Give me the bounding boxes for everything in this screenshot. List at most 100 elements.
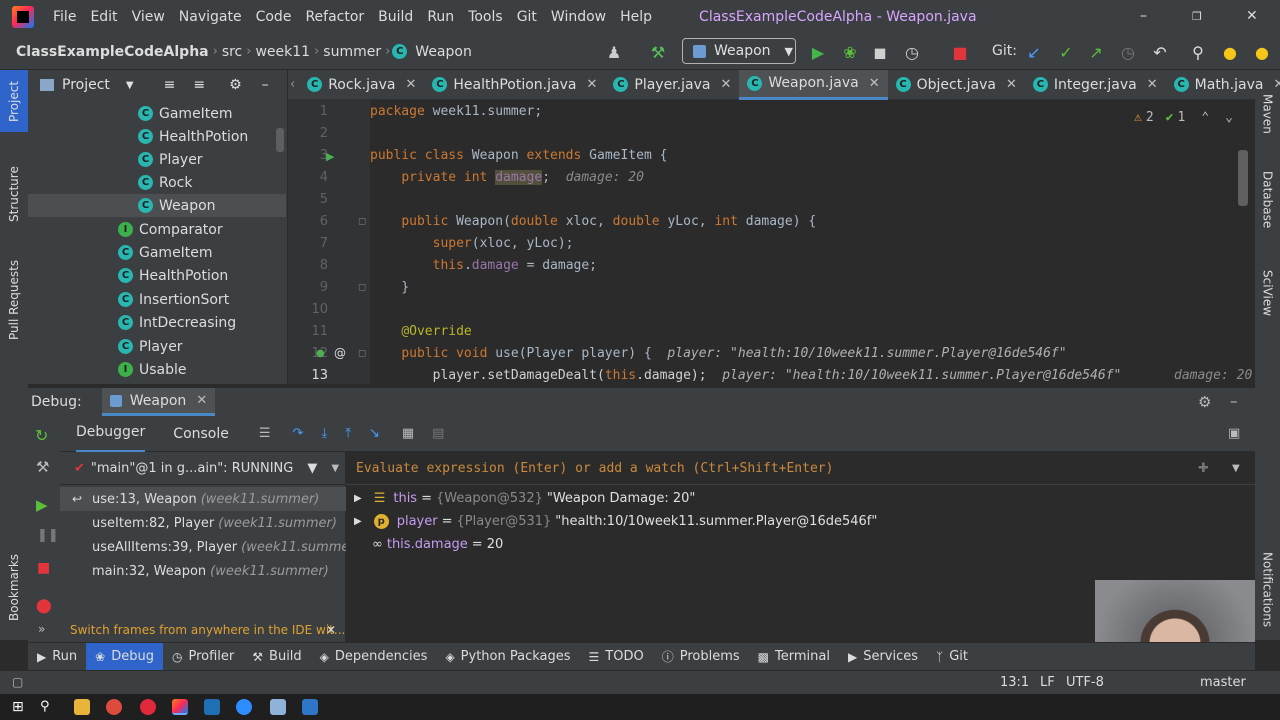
thread-selector[interactable]: ✔ "main"@1 in g...ain": RUNNING ▼ ▼ [60,452,346,485]
start-icon[interactable]: ⊞ [12,699,28,715]
tool-window-pull-requests[interactable]: Pull Requests [0,250,28,350]
close-icon[interactable]: ✕ [1273,77,1280,92]
tree-item-usable[interactable]: I Usable [118,358,187,381]
user-icon[interactable]: ♟ [604,42,624,62]
tabs-scroll-left-icon[interactable]: ‹ [288,77,299,92]
view-breakpoints-icon[interactable]: ⬤ [36,598,52,614]
next-highlight-icon[interactable]: ⌄ [1225,110,1233,125]
opera-icon[interactable] [140,699,156,715]
menu-tools[interactable]: Tools [461,9,510,25]
menu-refactor[interactable]: Refactor [298,9,371,25]
tool-window-project[interactable]: Project [0,70,28,132]
breadcrumb-project[interactable]: ClassExampleCodeAlpha [14,44,211,60]
expand-arrow-icon[interactable]: ▶ [354,516,362,527]
tree-item-gameitem[interactable]: C GameItem [138,102,233,125]
git-branch[interactable]: master [1200,675,1246,690]
history-icon[interactable]: ◷ [1118,42,1138,62]
tree-item-gameitem-2[interactable]: C GameItem [118,241,213,264]
toggle-tool-windows-icon[interactable]: ▢ [12,675,23,689]
frame-row[interactable]: useAllItems:39, Player (week11.summer) [60,535,360,559]
menu-help[interactable]: Help [613,9,659,25]
tree-item-player-2[interactable]: C Player [118,335,183,358]
search-icon[interactable]: ⚲ [1188,42,1208,62]
app-taskbar-icon[interactable] [302,699,318,715]
tool-tab-problems[interactable]: ⓘ Problems [653,643,749,671]
tab-math-java[interactable]: C Math.java ✕ [1166,70,1280,100]
debug-bug-icon[interactable]: ❀ [840,42,860,62]
tree-item-intdecreasing[interactable]: C IntDecreasing [118,311,236,334]
tree-item-rock[interactable]: C Rock [138,171,192,194]
tool-tab-profiler[interactable]: ◷ Profiler [163,643,243,671]
resume-icon[interactable]: ▶ [36,496,48,514]
git-push-icon[interactable]: ↗ [1086,42,1106,62]
chevron-down-icon[interactable]: ▼ [331,463,339,474]
close-icon[interactable]: ✕ [326,623,336,637]
tool-tab-run[interactable]: ▶ Run [28,643,86,671]
wrench-icon[interactable]: ⚒ [36,458,49,476]
rollback-icon[interactable]: ↶ [1150,42,1170,62]
tab-debugger[interactable]: Debugger [76,414,146,453]
close-icon[interactable]: ✕ [1006,77,1017,92]
step-out-icon[interactable]: ⤒ [345,426,351,441]
tree-item-comparator[interactable]: I Comparator [118,218,223,241]
tool-tab-dependencies[interactable]: ◈ Dependencies [311,643,437,671]
search-icon[interactable]: ⚲ [40,699,56,715]
debug-session-tab[interactable]: Weapon ✕ [101,388,216,416]
tree-item-healthpotion[interactable]: C HealthPotion [138,125,248,148]
tree-item-weapon[interactable]: C Weapon [28,194,286,217]
frame-row[interactable]: main:32, Weapon (week11.summer) [60,559,346,583]
tab-weapon-java[interactable]: C Weapon.java ✕ [739,69,888,100]
menu-file[interactable]: File [46,9,83,25]
tree-item-healthpotion-2[interactable]: C HealthPotion [118,264,228,287]
menu-code[interactable]: Code [249,9,299,25]
line-separator[interactable]: LF [1040,675,1055,690]
expand-arrow-icon[interactable]: ▶ [354,493,362,504]
fold-icon[interactable]: ◻ [358,348,366,359]
frame-row[interactable]: ↩ use:13, Weapon (week11.summer) [60,487,346,511]
add-watch-icon[interactable]: ✚ [1198,461,1209,476]
step-into-icon[interactable]: ⤓ [321,426,327,441]
zoom-icon[interactable] [236,699,252,715]
tool-window-notifications[interactable]: Notifications [1255,540,1280,640]
close-icon[interactable]: ✕ [1147,77,1158,92]
tab-integer-java[interactable]: C Integer.java ✕ [1025,70,1166,100]
breadcrumb-summer[interactable]: summer [321,44,383,60]
chevron-down-icon[interactable]: ▼ [1232,463,1240,474]
restore-icon[interactable]: ❐ [1192,10,1202,23]
menu-window[interactable]: Window [544,9,613,25]
tool-tab-debug[interactable]: ❀ Debug [86,642,163,671]
ide-features-icon[interactable]: ● [1252,42,1272,62]
evaluate-icon[interactable]: ▦ [402,426,414,441]
git-commit-icon[interactable]: ✓ [1056,42,1076,62]
run-to-cursor-icon[interactable]: ↘ [369,426,380,441]
menu-run[interactable]: Run [420,9,461,25]
close-icon[interactable]: ✕ [196,393,207,408]
menu-navigate[interactable]: Navigate [172,9,249,25]
breadcrumb-weapon[interactable]: Weapon [413,44,474,60]
run-gutter-icon[interactable]: ▶ [326,150,334,163]
close-window-icon[interactable]: ✕ [1246,8,1258,24]
hide-panel-icon[interactable]: – [262,77,269,93]
variable-row[interactable]: ▶ p player = {Player@531} "health:10/10w… [354,510,877,533]
tree-item-player[interactable]: C Player [138,148,203,171]
step-over-icon[interactable]: ↷ [293,426,304,441]
hide-panel-icon[interactable]: – [1230,392,1238,410]
variable-row[interactable]: ▶ ☰ this = {Weapon@532} "Weapon Damage: … [354,487,695,510]
hammer-icon[interactable]: ⚒ [648,42,668,62]
stop-icon[interactable]: ■ [950,42,970,62]
expand-all-icon[interactable]: ≡ [164,77,176,93]
collapse-all-icon[interactable]: ≡ [193,77,205,93]
close-icon[interactable]: ✕ [720,77,731,92]
updates-icon[interactable]: ● [1220,42,1240,62]
variable-row[interactable]: ∞ this.damage = 20 [372,533,503,556]
coverage-icon[interactable]: ◼ [870,42,890,62]
app-taskbar-icon[interactable] [204,699,220,715]
git-update-icon[interactable]: ↙ [1024,42,1044,62]
caret-position[interactable]: 13:1 [1000,675,1029,690]
tab-healthpotion-java[interactable]: C HealthPotion.java ✕ [424,70,605,100]
file-explorer-icon[interactable] [74,699,90,715]
tool-window-sciview[interactable]: SciView [1255,258,1280,328]
breadcrumb-src[interactable]: src [220,44,244,60]
tool-tab-todo[interactable]: ☰ TODO [580,643,653,671]
gear-icon[interactable]: ⚙ [1198,393,1211,411]
